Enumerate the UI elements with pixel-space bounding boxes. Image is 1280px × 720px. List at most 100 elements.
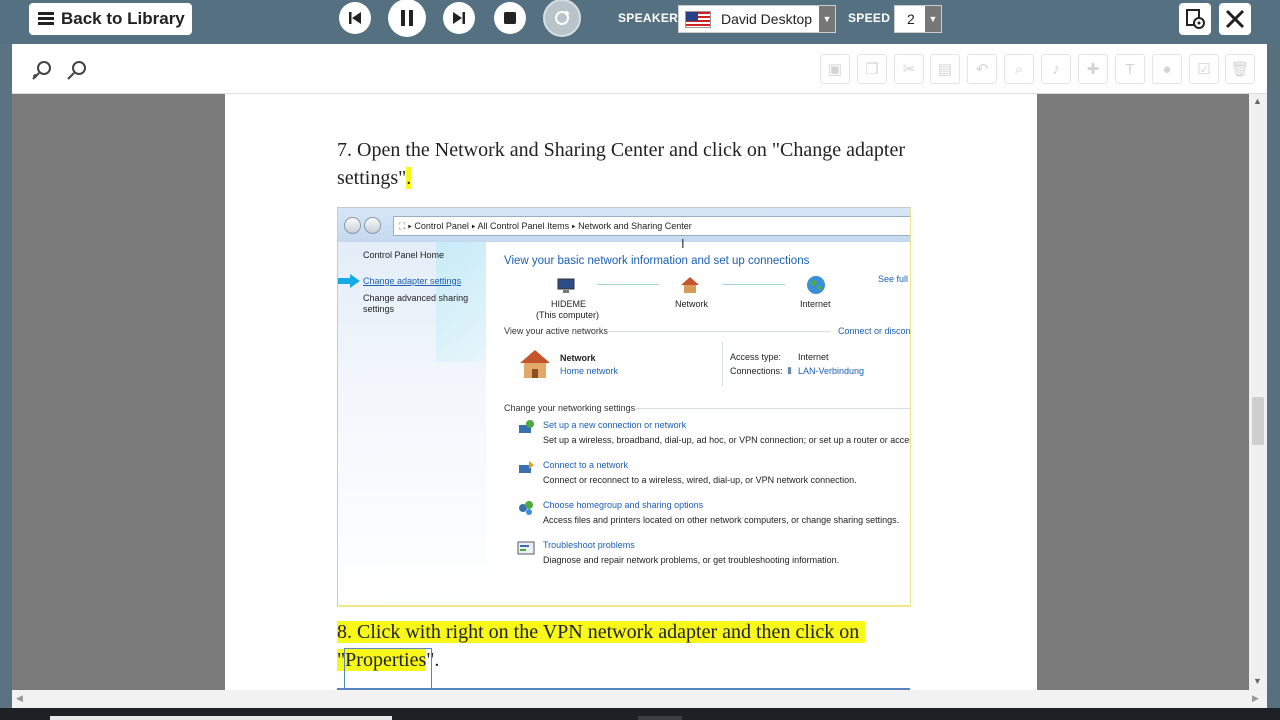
repeat-icon: [555, 10, 570, 25]
scroll-down-icon[interactable]: ▼: [1253, 676, 1262, 686]
map-internet-label: Internet: [800, 299, 831, 309]
vertical-scrollbar[interactable]: ▲ ▼: [1249, 94, 1267, 690]
see-full-map-link: See full m: [878, 274, 910, 284]
speed-select[interactable]: 2 ▼: [894, 5, 942, 33]
skip-forward-button[interactable]: [443, 2, 475, 34]
back-to-library-label: Back to Library: [61, 9, 185, 28]
us-flag-icon: [685, 10, 711, 28]
taskbar-strip: [0, 708, 1280, 720]
troubleshoot-icon: [517, 541, 535, 555]
speaker-value: David Desktop: [721, 11, 813, 27]
scroll-up-icon[interactable]: ▲: [1253, 96, 1262, 106]
home-network-large-icon: [520, 350, 550, 378]
document-toolbar: ▣ ❐ ✂ ▤ ↶ ⌕ ♪ ✚ T ● ☑ 🗑: [12, 44, 1267, 94]
connections-label: Connections:: [730, 366, 783, 376]
stop-button[interactable]: [494, 2, 526, 34]
save-tool-button[interactable]: ▣: [820, 54, 850, 84]
delete-tool-button[interactable]: 🗑: [1225, 54, 1255, 84]
access-type-label: Access type:: [730, 352, 782, 362]
horizontal-scrollbar[interactable]: ◀ ▶: [12, 690, 1267, 708]
active-networks-label: View your active networks: [504, 326, 608, 336]
zoom-out-icon: [67, 61, 86, 80]
zoom-out-button[interactable]: [63, 56, 91, 84]
sidebar-change-sharing-link-2: settings: [363, 304, 395, 314]
step-7-highlight: .: [406, 167, 412, 189]
search-icon: ⌕: [1014, 60, 1024, 78]
homegroup-icon: [519, 501, 533, 515]
voice-tool-button[interactable]: ♪: [1041, 54, 1071, 84]
pointer-arrow-icon: [338, 274, 360, 288]
task-troubleshoot-link: Troubleshoot problems: [543, 540, 635, 550]
skip-back-button[interactable]: [339, 2, 371, 34]
highlight-tool-button[interactable]: ●: [1152, 54, 1182, 84]
sidebar-home-link: Control Panel Home: [363, 250, 445, 260]
copy-tool-button[interactable]: ❐: [857, 54, 887, 84]
sidebar-change-adapter-link: Change adapter settings: [363, 276, 462, 286]
skip-back-icon: [349, 12, 361, 24]
tools-button[interactable]: [1219, 3, 1251, 35]
stop-icon: [504, 12, 516, 24]
add-tool-button[interactable]: ✚: [1078, 54, 1108, 84]
repeat-button[interactable]: [543, 0, 581, 37]
list-icon: [38, 12, 54, 26]
back-to-library-button[interactable]: Back to Library: [29, 3, 192, 35]
scroll-left-icon[interactable]: ◀: [16, 693, 23, 704]
text-icon: T: [1125, 60, 1135, 78]
top-bar: Back to Library SPEAKER David Desktop ▼ …: [0, 0, 1280, 44]
speaker-label: SPEAKER: [618, 11, 679, 25]
copy-icon: ❐: [865, 61, 879, 78]
new-connection-icon: [519, 420, 534, 433]
tools-icon: [1225, 9, 1245, 29]
speed-value: 2: [907, 11, 915, 27]
text-tool-button[interactable]: T: [1115, 54, 1145, 84]
window-edge: [1267, 44, 1280, 708]
change-settings-label: Change your networking settings: [504, 403, 636, 413]
back-nav-icon: [344, 217, 361, 234]
network-icon: ⛶: [399, 221, 406, 231]
paste-tool-button[interactable]: ▤: [930, 54, 960, 84]
undo-tool-button[interactable]: ↶: [967, 54, 997, 84]
breadcrumb-control-panel: Control Panel: [414, 221, 469, 231]
step-7-text: 7. Open the Network and Sharing Center a…: [337, 136, 957, 192]
check-tool-button[interactable]: ☑: [1189, 54, 1219, 84]
map-network-label: Network: [675, 299, 709, 309]
map-connector: [597, 284, 659, 285]
zoom-in-button[interactable]: [28, 56, 56, 84]
page-settings-button[interactable]: [1179, 3, 1211, 35]
network-sharing-center-screenshot: ⛶ ▸ Control Panel ▸ All Control Panel It…: [337, 207, 911, 607]
speed-label: SPEED: [848, 11, 891, 25]
connect-network-icon: [519, 461, 534, 473]
cut-tool-button[interactable]: ✂: [894, 54, 924, 84]
active-network-name: Network: [560, 353, 596, 363]
pause-button[interactable]: [388, 0, 426, 37]
chevron-down-icon: ▼: [819, 6, 835, 32]
globe-icon: [807, 276, 825, 294]
save-icon: ▣: [827, 61, 843, 78]
connect-disconnect-link: Connect or disconne: [838, 326, 911, 336]
text-cursor-icon: I: [681, 236, 685, 251]
pause-icon: [401, 10, 413, 26]
divider: [636, 408, 910, 409]
task-new-connection-desc: Set up a wireless, broadband, dial-up, a…: [543, 435, 911, 445]
check-icon: ☑: [1197, 61, 1211, 78]
task-homegroup-link: Choose homegroup and sharing options: [543, 500, 704, 510]
sidebar-change-sharing-link: Change advanced sharing: [363, 293, 469, 303]
skip-forward-icon: [453, 12, 465, 24]
breadcrumb-network-center: Network and Sharing Center: [578, 221, 692, 231]
task-connect-link: Connect to a network: [543, 460, 629, 470]
network-info-heading: View your basic network information and …: [504, 255, 810, 267]
scroll-right-icon[interactable]: ▶: [1252, 693, 1259, 704]
active-network-type: Home network: [560, 366, 619, 376]
scroll-thumb[interactable]: [1252, 397, 1264, 445]
task-homegroup-desc: Access files and printers located on oth…: [543, 515, 900, 525]
find-tool-button[interactable]: ⌕: [1004, 54, 1034, 84]
speaker-select[interactable]: David Desktop ▼: [678, 5, 836, 33]
add-icon: ✚: [1086, 61, 1100, 78]
taskbar-item: [50, 716, 392, 720]
cut-icon: ✂: [902, 61, 916, 78]
voice-icon: ♪: [1052, 60, 1060, 78]
page-settings-icon: [1186, 9, 1205, 29]
zoom-in-icon: [32, 61, 51, 80]
computer-icon: [557, 278, 575, 293]
lan-icon: ▮: [787, 365, 792, 375]
